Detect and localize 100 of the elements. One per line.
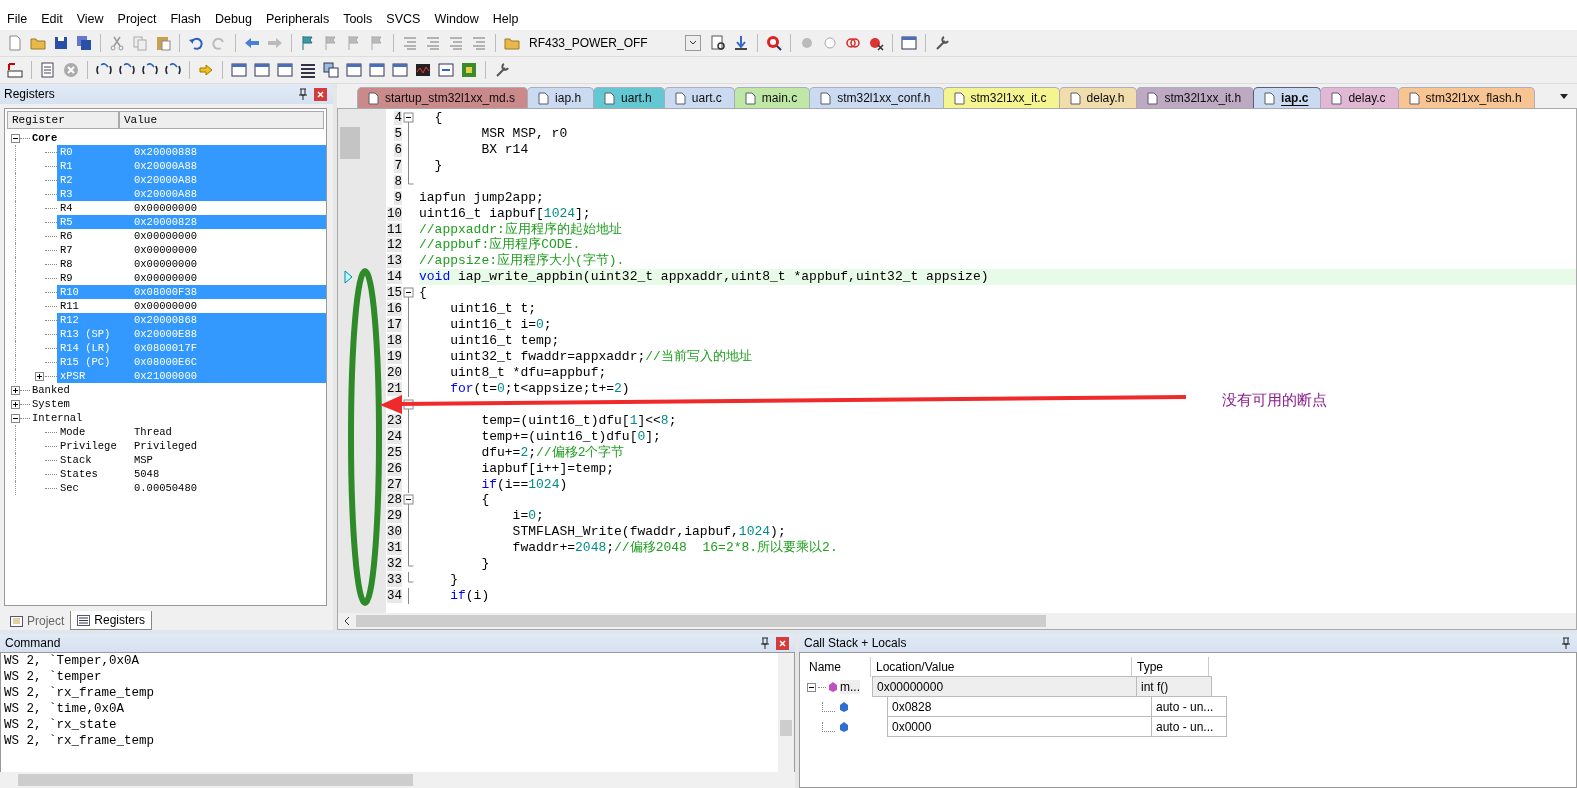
file-tab[interactable]: stm32l1xx_conf.h (809, 87, 944, 108)
register-name: Privilege (59, 440, 118, 452)
watch-window-icon[interactable] (368, 61, 386, 79)
horizontal-scrollbar[interactable] (338, 613, 1576, 629)
close-icon[interactable] (314, 87, 327, 101)
disassembly-icon[interactable] (253, 61, 271, 79)
target-dropdown[interactable]: RF433_POWER_OFF (529, 33, 701, 53)
fold-icon[interactable] (403, 492, 414, 509)
show-next-statement-icon[interactable] (197, 61, 215, 79)
register-row[interactable]: R11 0x00000000 (57, 299, 326, 313)
command-window-icon[interactable] (230, 61, 248, 79)
menu-item[interactable]: Project (110, 12, 164, 26)
line-number: 32 (387, 557, 402, 572)
save-icon[interactable] (52, 34, 70, 52)
file-tab[interactable]: stm32l1xx_it.c (942, 87, 1060, 108)
menu-item[interactable]: View (69, 12, 111, 26)
register-group[interactable]: System (32, 398, 70, 410)
register-row[interactable]: R8 0x00000000 (57, 257, 326, 271)
collapse-icon[interactable] (807, 682, 816, 692)
menu-item[interactable]: Peripherals (258, 12, 337, 26)
paste-icon[interactable] (154, 34, 172, 52)
panel-tab[interactable]: Project (4, 612, 71, 630)
panel-tab[interactable]: Registers (70, 611, 153, 630)
vertical-scrollbar[interactable] (778, 653, 794, 772)
trace-icon[interactable] (437, 61, 455, 79)
tab-list-icon[interactable] (1559, 92, 1569, 100)
memory-window-icon[interactable] (345, 61, 363, 79)
register-row[interactable]: R9 0x00000000 (57, 271, 326, 285)
column-header[interactable]: Register (7, 111, 119, 129)
serial-window-icon[interactable] (391, 61, 409, 79)
file-tab[interactable]: iap.h (527, 87, 595, 108)
code-line: //appsize:应用程序大小(字节). (419, 253, 626, 270)
registers-icon (77, 614, 91, 626)
register-row[interactable]: Stack MSP (57, 453, 326, 467)
file-tab[interactable]: startup_stm32l1xx_md.s (357, 87, 529, 108)
file-icon (1331, 91, 1343, 105)
file-icon (604, 91, 616, 105)
cut-icon[interactable] (108, 34, 126, 52)
column-header[interactable]: Value (119, 111, 324, 129)
analyzer-icon[interactable] (414, 61, 432, 79)
save-all-icon[interactable] (75, 34, 93, 52)
register-row[interactable]: Privilege Privileged (57, 439, 326, 453)
file-tab[interactable]: delay.h (1058, 87, 1138, 108)
file-tab[interactable]: stm32l1xx_flash.h (1397, 87, 1535, 108)
debug-icon[interactable] (765, 34, 783, 52)
file-tab[interactable]: main.c (733, 87, 811, 108)
register-row[interactable]: Sec 0.00050480 (57, 481, 326, 495)
call-stack-name[interactable]: m... (840, 680, 860, 694)
expand-icon[interactable] (11, 399, 20, 409)
file-tab[interactable]: iap.c (1253, 87, 1322, 108)
registers-icon[interactable] (299, 61, 317, 79)
file-tab[interactable]: uart.h (593, 87, 665, 108)
panel-title: Command (5, 636, 61, 650)
pin-icon[interactable] (760, 637, 770, 649)
register-value: Privileged (134, 440, 197, 452)
system-viewer-icon[interactable] (460, 61, 478, 79)
symbols-icon[interactable] (276, 61, 294, 79)
register-value: 0x0800017F (134, 342, 197, 354)
register-row[interactable]: R6 0x00000000 (57, 229, 326, 243)
fold-icon[interactable] (403, 285, 414, 302)
pin-icon[interactable] (298, 88, 308, 100)
register-name: R0 (59, 146, 74, 158)
register-group[interactable]: Banked (32, 384, 70, 396)
file-tab[interactable]: stm32l1xx_it.h (1136, 87, 1255, 108)
register-row[interactable]: R4 0x00000000 (57, 201, 326, 215)
pin-icon[interactable] (1561, 637, 1571, 649)
register-row[interactable]: Mode Thread (57, 425, 326, 439)
collapse-icon[interactable] (11, 413, 20, 423)
menu-item[interactable]: Debug (208, 12, 259, 26)
menu-item[interactable]: File (0, 12, 35, 26)
register-value: 0x00000000 (134, 244, 197, 256)
expand-icon[interactable] (35, 371, 44, 381)
register-row[interactable]: R7 0x00000000 (57, 243, 326, 257)
find-file-icon[interactable] (709, 34, 727, 52)
menu-item[interactable]: Window (427, 12, 486, 26)
fold-icon[interactable] (403, 109, 414, 126)
call-stack-icon[interactable] (322, 61, 340, 79)
menu-item[interactable]: Flash (163, 12, 209, 26)
load-icon[interactable] (732, 34, 750, 52)
run-list-icon[interactable] (39, 61, 57, 79)
column-header[interactable]: Name (804, 657, 871, 677)
window-icon[interactable] (900, 34, 918, 52)
close-icon[interactable] (776, 636, 789, 650)
menu-item[interactable]: Help (485, 12, 526, 26)
menu-item[interactable]: Edit (34, 12, 70, 26)
code-line: uint16_t temp; (449, 333, 561, 350)
scroll-left-icon[interactable] (343, 616, 351, 626)
register-group[interactable]: Core (32, 132, 58, 144)
expand-icon[interactable] (11, 385, 20, 395)
register-value: 0x00000000 (134, 272, 197, 284)
line-number: 7 (394, 158, 402, 173)
file-tab[interactable]: delay.c (1320, 87, 1399, 108)
register-row[interactable]: States 5048 (57, 467, 326, 481)
menu-item[interactable]: Tools (336, 12, 380, 26)
register-group[interactable]: Internal (32, 412, 83, 424)
collapse-icon[interactable] (11, 133, 20, 143)
menu-item[interactable]: SVCS (379, 12, 428, 26)
file-tab[interactable]: uart.c (663, 87, 735, 108)
register-name: R13 (SP) (59, 328, 112, 340)
reset-icon[interactable] (6, 61, 24, 79)
